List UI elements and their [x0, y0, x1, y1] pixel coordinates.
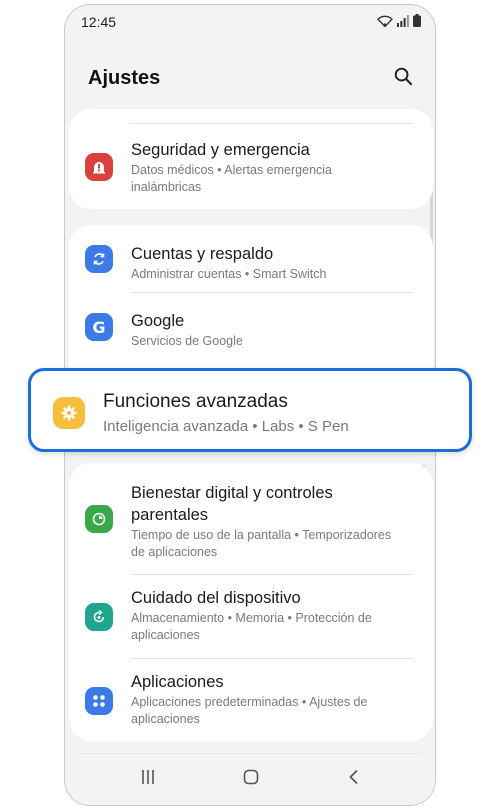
emergency-icon: [85, 153, 113, 181]
status-bar: 12:45: [65, 5, 435, 37]
settings-card-accounts: Cuentas y respaldo Administrar cuentas •…: [69, 225, 433, 385]
item-subtitle: Almacenamiento • Memoria • Protección de: [131, 611, 372, 625]
recents-button[interactable]: [136, 767, 160, 791]
recents-icon: [139, 768, 157, 791]
item-title: Seguridad y emergencia: [131, 141, 310, 159]
item-subtitle: Inteligencia avanzada • Labs • S Pen: [103, 418, 349, 435]
navigation-bar: [65, 753, 435, 805]
status-icons: [377, 14, 421, 27]
divider: [79, 753, 421, 754]
wellbeing-icon: [85, 505, 113, 533]
back-button[interactable]: [342, 767, 366, 791]
item-subtitle: Datos médicos • Alertas emergencia: [131, 163, 332, 177]
battery-icon: [413, 14, 421, 27]
item-title: Google: [131, 312, 185, 330]
search-button[interactable]: [391, 67, 415, 91]
item-title: parentales: [131, 506, 209, 524]
home-icon: [242, 768, 260, 791]
item-title: Cuentas y respaldo: [131, 245, 274, 263]
settings-item-accounts[interactable]: Cuentas y respaldo Administrar cuentas •…: [69, 225, 433, 291]
item-subtitle: Aplicaciones predeterminadas • Ajustes d…: [131, 695, 368, 709]
settings-item-advanced-features[interactable]: Funciones avanzadas Inteligencia avanzad…: [28, 368, 472, 452]
back-icon: [345, 768, 363, 791]
apps-icon: [85, 687, 113, 715]
sync-icon: [85, 245, 113, 273]
item-subtitle: Servicios de Google: [131, 334, 243, 348]
item-title: Funciones avanzadas: [103, 391, 288, 412]
item-title: Aplicaciones: [131, 673, 224, 691]
gear-icon: [53, 397, 85, 429]
status-time: 12:45: [81, 14, 117, 30]
settings-item-security[interactable]: Seguridad y emergencia Datos médicos • A…: [69, 109, 433, 209]
home-button[interactable]: [239, 767, 263, 791]
item-title: Cuidado del dispositivo: [131, 589, 301, 607]
item-subtitle: Tiempo de uso de la pantalla • Temporiza…: [131, 528, 392, 542]
signal-icon: [397, 14, 409, 27]
settings-item-google[interactable]: G Google Servicios de Google: [69, 293, 433, 359]
item-subtitle: Administrar cuentas • Smart Switch: [131, 267, 327, 281]
item-subtitle: aplicaciones: [131, 628, 200, 642]
settings-item-wellbeing[interactable]: Bienestar digital y controles parentales…: [69, 463, 433, 569]
settings-card-wellbeing: Bienestar digital y controles parentales…: [69, 463, 433, 741]
item-subtitle: aplicaciones: [131, 712, 200, 726]
item-title: Bienestar digital y controles: [131, 484, 333, 502]
page-title: Ajustes: [88, 67, 161, 89]
item-subtitle: inalámbricas: [131, 180, 202, 194]
settings-card-security: Seguridad y emergencia Datos médicos • A…: [69, 109, 433, 209]
settings-item-apps[interactable]: Aplicaciones Aplicaciones predeterminada…: [69, 659, 433, 741]
item-subtitle: de aplicaciones: [131, 545, 218, 559]
google-icon: G: [85, 313, 113, 341]
wifi-icon: [377, 15, 393, 27]
device-care-icon: [85, 603, 113, 631]
search-icon: [394, 67, 413, 91]
settings-item-device-care[interactable]: Cuidado del dispositivo Almacenamiento •…: [69, 575, 433, 657]
